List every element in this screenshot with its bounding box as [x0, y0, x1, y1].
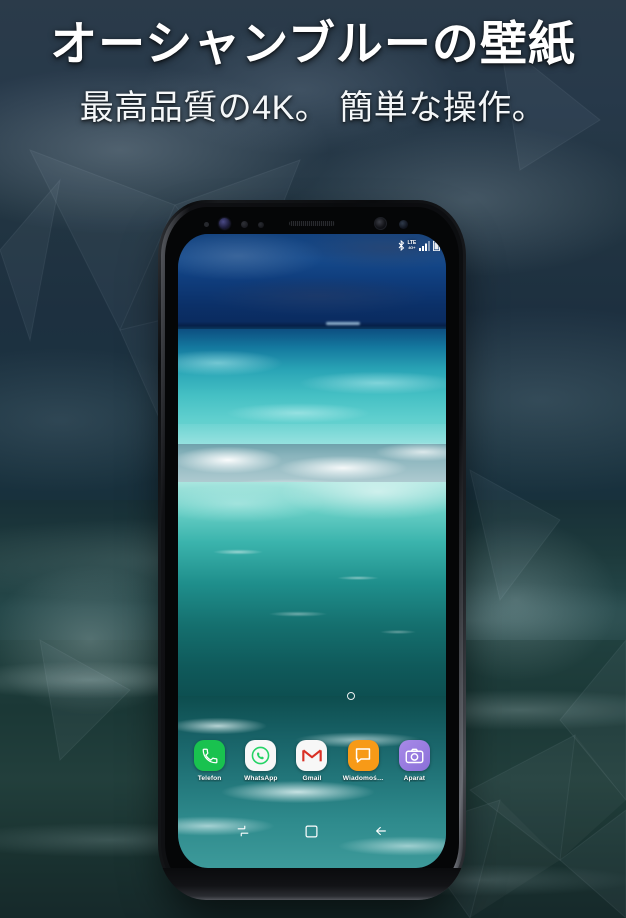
back-button[interactable]: [370, 820, 392, 842]
dock-label: Aparat: [403, 775, 426, 782]
camera-icon[interactable]: [398, 740, 430, 771]
home-button[interactable]: [301, 820, 323, 842]
phone-screen[interactable]: LTE 4G+ Telefon WhatsApp Gmail Wiadomoś……: [178, 234, 446, 868]
home-page-indicator-dot[interactable]: [347, 692, 355, 700]
dock-item-aparat[interactable]: Aparat: [391, 740, 437, 782]
bluetooth-icon: [398, 240, 404, 251]
iris-ir-emitter: [399, 220, 408, 229]
dock-label: Wiadomoś…: [342, 775, 384, 782]
phone-icon[interactable]: [194, 740, 226, 771]
recents-icon: [237, 825, 248, 837]
message-icon[interactable]: [347, 740, 379, 771]
iris-scanner-sensor: [219, 218, 230, 229]
back-arrow-icon: [376, 826, 387, 836]
secondary-sensor: [258, 222, 264, 228]
home-square-icon: [305, 825, 318, 837]
page-title: オーシャンブルーの壁紙: [50, 17, 576, 70]
dock-item-wiadomosci[interactable]: Wiadomoś…: [340, 740, 386, 782]
wallpaper-horizon-glint: [326, 322, 360, 325]
status-bar: LTE 4G+: [398, 239, 440, 252]
dock-item-telefon[interactable]: Telefon: [187, 740, 233, 782]
proximity-sensor: [204, 222, 209, 227]
recents-button[interactable]: [232, 820, 254, 842]
network-sublabel: 4G+: [408, 245, 416, 250]
navigation-bar: [178, 814, 446, 848]
earpiece-speaker: [289, 221, 335, 226]
dock-item-whatsapp[interactable]: WhatsApp: [238, 740, 284, 782]
dock-label: WhatsApp: [244, 775, 278, 782]
light-sensor: [241, 221, 248, 228]
app-dock: Telefon WhatsApp Gmail Wiadomoś… Aparat: [178, 740, 446, 802]
phone-mockup: LTE 4G+ Telefon WhatsApp Gmail Wiadomoś……: [158, 200, 466, 900]
gmail-icon[interactable]: [296, 740, 328, 771]
page-subtitle: 最高品質の4K。 簡単な操作。: [79, 88, 547, 127]
phone-top-bezel: [158, 200, 466, 240]
whatsapp-icon[interactable]: [245, 740, 277, 771]
battery-icon: [433, 240, 440, 251]
phone-bottom-chin: [158, 868, 466, 900]
signal-bars-icon: [419, 240, 430, 251]
dock-label: Telefon: [197, 775, 222, 782]
front-camera: [374, 217, 387, 230]
network-type-indicator: LTE 4G+: [408, 241, 417, 250]
promo-headline-block: オーシャンブルーの壁紙 最高品質の4K。 簡単な操作。: [0, 17, 626, 128]
wallpaper-wave-face: [178, 482, 446, 712]
dock-label: Gmail: [302, 775, 322, 782]
phone-body: LTE 4G+ Telefon WhatsApp Gmail Wiadomoś……: [158, 200, 466, 900]
dock-item-gmail[interactable]: Gmail: [289, 740, 335, 782]
